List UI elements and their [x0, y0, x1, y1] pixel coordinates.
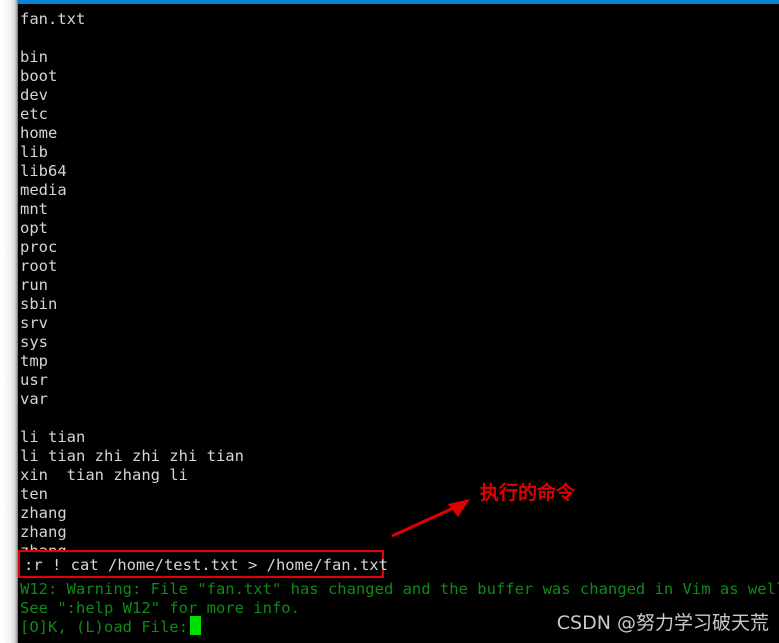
- buffer-line: tmp: [20, 352, 48, 370]
- window-left-margin: [0, 0, 18, 643]
- buffer-line: var: [20, 390, 48, 408]
- buffer-line: zhang: [20, 504, 67, 522]
- buffer-line: zhang: [20, 523, 67, 541]
- buffer-line: home: [20, 124, 58, 142]
- vim-command-line[interactable]: :r ! cat /home/test.txt > /home/fan.txt: [24, 556, 388, 575]
- text-cursor: [190, 616, 201, 635]
- buffer-line: lib64: [20, 162, 67, 180]
- buffer-line: root: [20, 257, 58, 275]
- executed-command-highlight-box: :r ! cat /home/test.txt > /home/fan.txt: [18, 550, 388, 578]
- terminal-screenshot: fan.txt bin boot dev etc home lib lib64 …: [0, 0, 779, 643]
- buffer-line: xin tian zhang li: [20, 466, 188, 484]
- buffer-line: boot: [20, 67, 58, 85]
- buffer-line: sbin: [20, 295, 58, 313]
- vim-warning-message: W12: Warning: File "fan.txt" has changed…: [20, 580, 779, 598]
- buffer-line: li tian zhi zhi zhi tian: [20, 447, 244, 465]
- buffer-line: sys: [20, 333, 48, 351]
- buffer-line: mnt: [20, 200, 48, 218]
- buffer-line: bin: [20, 48, 48, 66]
- buffer-line: dev: [20, 86, 48, 104]
- buffer-line: run: [20, 276, 48, 294]
- buffer-line: media: [20, 181, 67, 199]
- buffer-line: srv: [20, 314, 48, 332]
- buffer-line: lib: [20, 143, 48, 161]
- buffer-line: etc: [20, 105, 48, 123]
- buffer-line: opt: [20, 219, 48, 237]
- buffer-line: proc: [20, 238, 58, 256]
- buffer-line: fan.txt: [20, 10, 86, 28]
- buffer-line: usr: [20, 371, 48, 389]
- terminal-content[interactable]: fan.txt bin boot dev etc home lib lib64 …: [18, 4, 779, 643]
- vim-help-hint-message: See ":help W12" for more info.: [20, 599, 300, 617]
- buffer-line: li tian: [20, 428, 86, 446]
- buffer-line: ten: [20, 485, 48, 503]
- annotation-label: 执行的命令: [480, 482, 576, 504]
- watermark-text: CSDN @努力学习破天荒: [556, 612, 769, 634]
- vim-prompt-message: [O]K, (L)oad File:: [20, 618, 198, 636]
